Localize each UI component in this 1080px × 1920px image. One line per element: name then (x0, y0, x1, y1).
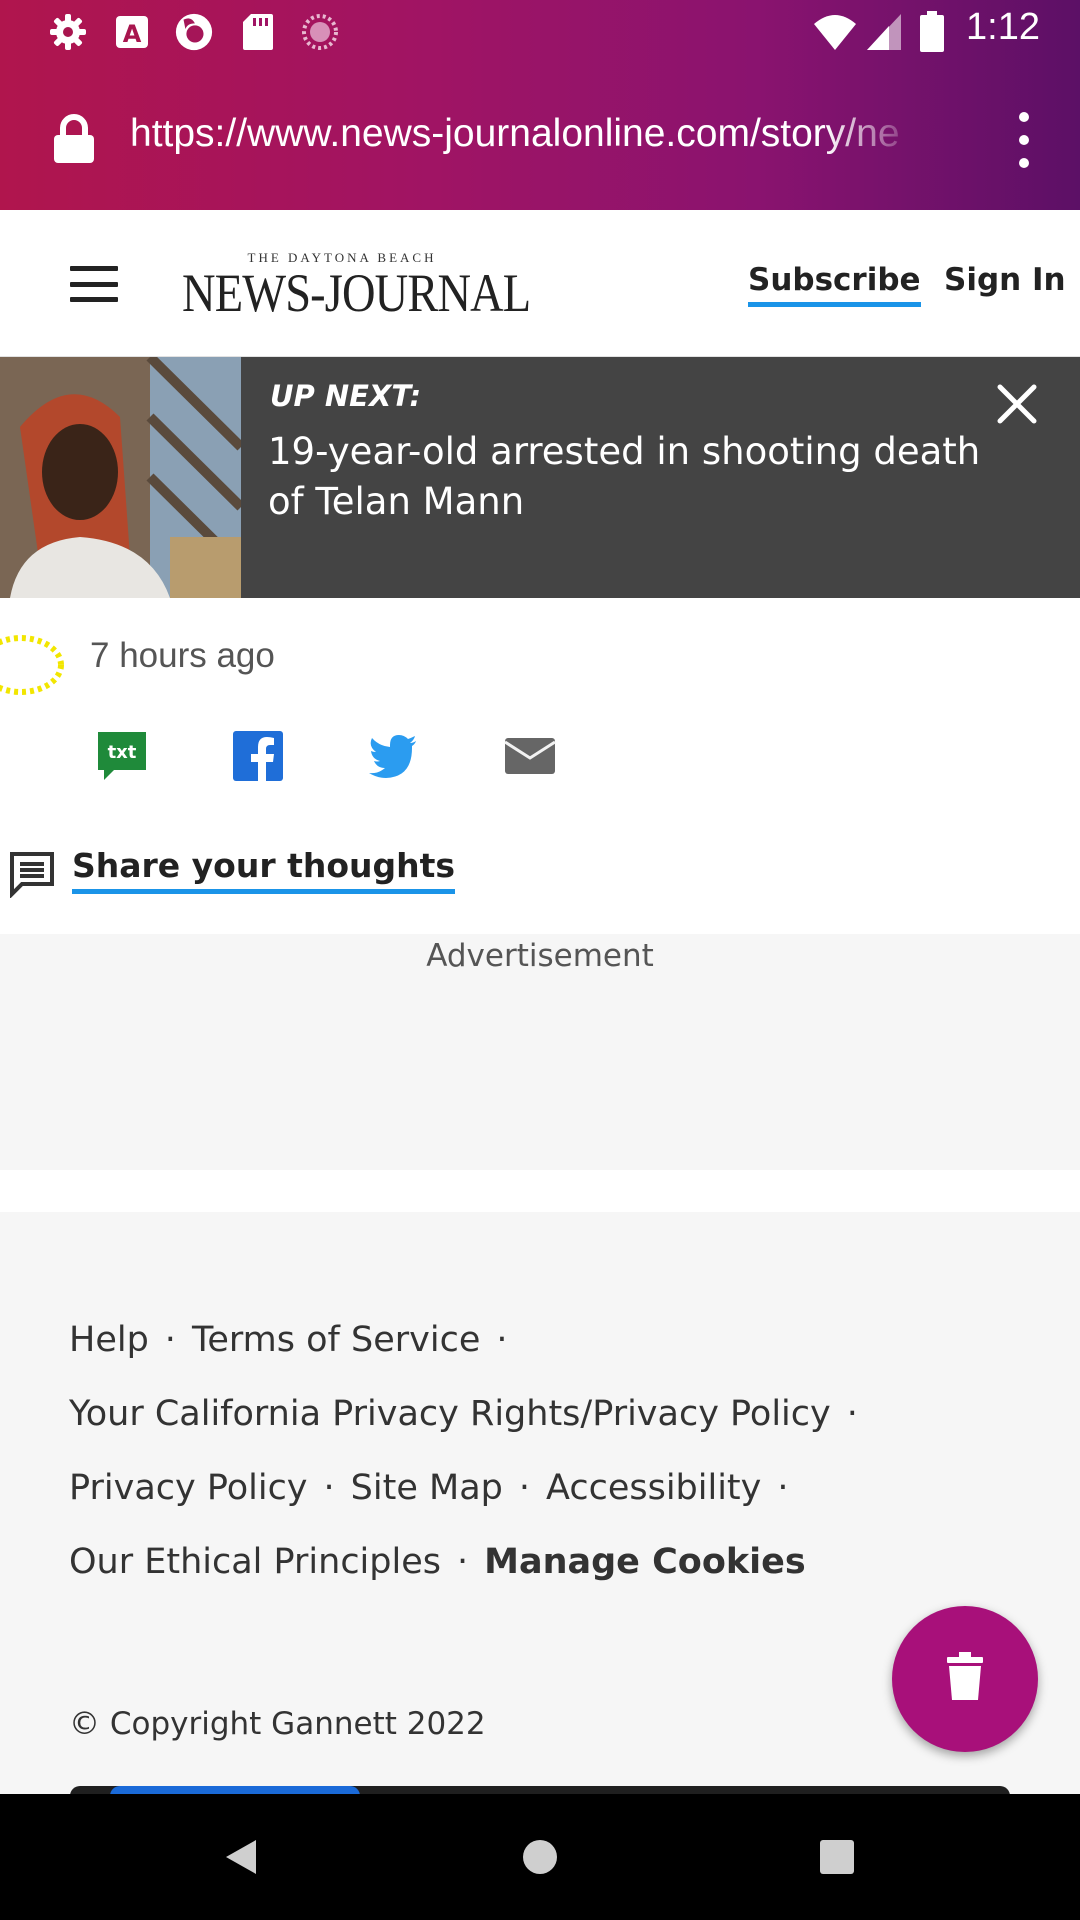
more-vert-icon[interactable] (1004, 112, 1044, 168)
separator: · (518, 1468, 530, 1508)
ethics-link[interactable]: Our Ethical Principles (69, 1542, 441, 1582)
svg-text:A: A (123, 20, 142, 48)
lock-icon[interactable] (52, 114, 96, 164)
accessibility-link[interactable]: Accessibility (546, 1468, 761, 1508)
separator: · (846, 1394, 858, 1434)
separator: · (457, 1542, 469, 1582)
site-header: THE DAYTONA BEACH NEWS-JOURNAL Subscribe… (0, 210, 1080, 358)
logo-title: NEWS-JOURNAL (182, 263, 531, 323)
site-logo[interactable]: THE DAYTONA BEACH NEWS-JOURNAL (156, 250, 531, 323)
facebook-icon[interactable] (232, 730, 284, 782)
home-icon[interactable] (515, 1832, 565, 1882)
separator: · (323, 1468, 335, 1508)
signal-icon (864, 12, 904, 52)
author-avatar-loading (0, 634, 66, 696)
sign-in-link[interactable]: Sign In (944, 262, 1066, 298)
settings-icon (48, 12, 88, 52)
up-next-label: UP NEXT: (270, 379, 422, 413)
ca-privacy-link[interactable]: Your California Privacy Rights/Privacy P… (69, 1394, 831, 1434)
help-link[interactable]: Help (69, 1320, 149, 1360)
firefox-icon (174, 12, 214, 52)
email-icon[interactable] (504, 730, 556, 782)
loading-icon (300, 12, 340, 52)
footer-line: Our Ethical Principles · Manage Cookies (69, 1542, 806, 1582)
advertisement-label: Advertisement (426, 938, 654, 974)
up-next-banner[interactable]: UP NEXT: 19-year-old arrested in shootin… (0, 357, 1080, 598)
txt-label: txt (108, 742, 137, 763)
browser-chrome: A 1:12 https://www.news-journalonline.co… (0, 0, 1080, 210)
article-timestamp: 7 hours ago (90, 636, 275, 675)
battery-icon (914, 11, 950, 52)
delete-fab[interactable] (892, 1606, 1038, 1752)
privacy-link[interactable]: Privacy Policy (69, 1468, 308, 1508)
android-nav-bar (0, 1794, 1080, 1920)
footer-line: Privacy Policy · Site Map · Accessibility · (69, 1468, 805, 1508)
sd-card-icon (238, 12, 278, 52)
wifi-icon (812, 12, 858, 52)
subscribe-link[interactable]: Subscribe (748, 262, 921, 307)
up-next-thumbnail[interactable] (0, 357, 241, 598)
trash-icon (945, 1652, 985, 1706)
hamburger-menu-icon[interactable] (70, 266, 118, 302)
copyright: © Copyright Gannett 2022 (69, 1706, 486, 1742)
back-icon[interactable] (216, 1832, 266, 1882)
site-map-link[interactable]: Site Map (351, 1468, 503, 1508)
txt-icon[interactable]: txt (96, 730, 148, 782)
status-time: 1:12 (966, 6, 1040, 48)
separator: · (164, 1320, 176, 1360)
comment-icon[interactable] (8, 850, 56, 899)
terms-link[interactable]: Terms of Service (192, 1320, 480, 1360)
ad-slot: Advertisement (0, 934, 1080, 1170)
separator: · (777, 1468, 789, 1508)
share-thoughts-link[interactable]: Share your thoughts (72, 846, 456, 894)
close-icon[interactable] (994, 381, 1040, 427)
a-icon: A (112, 12, 152, 52)
manage-cookies-link[interactable]: Manage Cookies (484, 1542, 806, 1582)
recents-icon[interactable] (812, 1832, 862, 1882)
footer-line: Your California Privacy Rights/Privacy P… (69, 1394, 874, 1434)
url-bar[interactable]: https://www.news-journalonline.com/story… (130, 112, 920, 168)
up-next-headline[interactable]: 19-year-old arrested in shooting death o… (268, 427, 1008, 527)
separator: · (496, 1320, 508, 1360)
footer-line: Help · Terms of Service · (69, 1320, 524, 1360)
twitter-icon[interactable] (368, 730, 420, 782)
